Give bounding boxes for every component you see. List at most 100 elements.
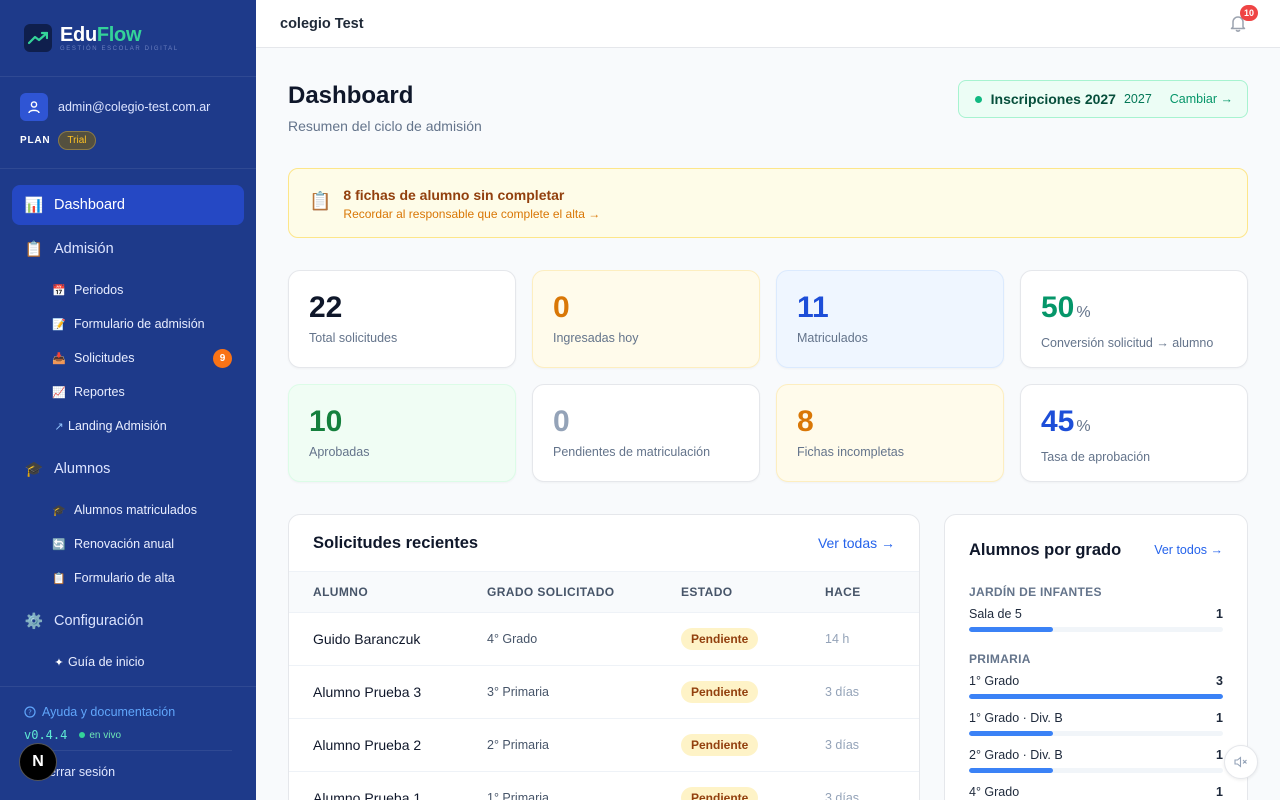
- sidebar-item-formulario-alta[interactable]: 📋 Formulario de alta: [12, 561, 244, 595]
- help-circle-icon: ?: [24, 706, 36, 718]
- table-row[interactable]: Alumno Prueba 1 1° Primaria Pendiente 3 …: [289, 771, 919, 800]
- incomplete-records-alert: 📋 8 fichas de alumno sin completar Recor…: [288, 168, 1248, 238]
- sparkle-icon: ✦: [54, 656, 64, 669]
- refresh-icon: 🔄: [52, 538, 66, 551]
- sidebar-item-alumnos-matriculados[interactable]: 🎓 Alumnos matriculados: [12, 493, 244, 527]
- plan-label: PLAN: [20, 135, 51, 146]
- help-link[interactable]: ? Ayuda y documentación: [24, 705, 232, 719]
- stat-card-total-solicitudes: 22 Total solicitudes: [288, 270, 516, 368]
- table-header-row: ALUMNO GRADO SOLICITADO ESTADO HACE: [289, 571, 919, 613]
- trend-chart-icon: 📈: [52, 386, 66, 399]
- live-status-text: en vivo: [89, 729, 122, 741]
- sidebar-item-formulario-admision[interactable]: 📝 Formulario de admisión: [12, 307, 244, 341]
- period-label: Inscripciones 2027: [990, 91, 1116, 107]
- stat-card-aprobadas: 10 Aprobadas: [288, 384, 516, 482]
- students-by-grade-card: Alumnos por grado Ver todos → JARDÍN DE …: [944, 514, 1248, 800]
- column-header-hace[interactable]: HACE: [825, 571, 919, 613]
- svg-text:?: ?: [28, 709, 32, 717]
- footer-divider: [24, 750, 232, 751]
- grade-progress-bar: [969, 731, 1223, 736]
- clipboard-icon: 📋: [52, 572, 66, 585]
- see-all-requests-link[interactable]: Ver todas →: [818, 535, 895, 551]
- page-subtitle: Resumen del ciclo de admisión: [288, 118, 482, 134]
- school-name: colegio Test: [280, 15, 364, 32]
- brand-tagline: GESTIÓN ESCOLAR DIGITAL: [60, 45, 179, 52]
- grade-row[interactable]: 1° Grado 3: [969, 674, 1223, 699]
- period-selector[interactable]: Inscripciones 2027 2027 Cambiar →: [957, 80, 1248, 118]
- graduation-cap-icon: 🎓: [52, 504, 66, 517]
- clipboard-icon: 📋: [24, 241, 44, 258]
- change-period-button[interactable]: Cambiar →: [1170, 92, 1233, 106]
- calendar-icon: 📅: [52, 284, 66, 297]
- brand-name: EduFlow: [60, 23, 142, 46]
- plan-badge: Trial: [58, 131, 96, 150]
- table-row[interactable]: Guido Baranczuk 4° Grado Pendiente 14 h: [289, 612, 919, 666]
- column-header-alumno[interactable]: ALUMNO: [289, 571, 487, 613]
- app-version: v0.4.4: [24, 728, 68, 742]
- sidebar-item-landing-admision[interactable]: ↗ Landing Admisión: [12, 409, 244, 443]
- grade-group-label: JARDÍN DE INFANTES: [969, 585, 1102, 599]
- grade-progress-bar: [969, 768, 1223, 773]
- grade-row[interactable]: Sala de 51: [969, 607, 1223, 632]
- sidebar-item-periodos[interactable]: 📅 Periodos: [12, 273, 244, 307]
- sidebar: EduFlow GESTIÓN ESCOLAR DIGITAL admin@co…: [0, 0, 256, 800]
- stat-card-ingresadas-hoy: 0 Ingresadas hoy: [532, 270, 760, 368]
- clipboard-icon: 📋: [309, 191, 332, 211]
- page-title: Dashboard: [288, 82, 414, 109]
- table-row[interactable]: Alumno Prueba 2 2° Primaria Pendiente 3 …: [289, 718, 919, 772]
- grade-progress-bar: [969, 694, 1223, 699]
- stat-card-fichas-incompletas: 8 Fichas incompletas: [776, 384, 1004, 482]
- dev-tools-n-button[interactable]: N: [19, 743, 57, 781]
- mute-speaker-icon[interactable]: [1224, 745, 1258, 779]
- column-header-estado[interactable]: ESTADO: [681, 571, 825, 613]
- memo-icon: 📝: [52, 318, 66, 331]
- chart-logo-icon: [24, 24, 52, 52]
- grade-row[interactable]: 1° Grado · Div. B1: [969, 711, 1223, 736]
- status-badge: Pendiente: [681, 734, 759, 756]
- alert-remind-link[interactable]: Recordar al responsable que complete el …: [343, 207, 600, 221]
- sidebar-item-dashboard[interactable]: 📊 Dashboard: [12, 185, 244, 225]
- table-row[interactable]: Alumno Prueba 3 3° Primaria Pendiente 3 …: [289, 665, 919, 719]
- grade-group-label: PRIMARIA: [969, 652, 1031, 666]
- sidebar-nav: 📊 Dashboard 📋 Admisión 📅 Periodos 📝 Form…: [0, 169, 256, 679]
- graduation-cap-icon: 🎓: [24, 461, 44, 478]
- recent-requests-table: ALUMNO GRADO SOLICITADO ESTADO HACE Guid…: [289, 571, 919, 800]
- sidebar-item-guia-inicio[interactable]: ✦ Guía de inicio: [12, 645, 244, 679]
- see-all-grades-link[interactable]: Ver todos →: [1154, 543, 1223, 557]
- sidebar-item-reportes[interactable]: 📈 Reportes: [12, 375, 244, 409]
- status-badge: Pendiente: [681, 787, 759, 800]
- stat-card-matriculados: 11 Matriculados: [776, 270, 1004, 368]
- students-by-grade-title: Alumnos por grado: [969, 540, 1122, 559]
- sidebar-section-admision[interactable]: 📋 Admisión: [12, 229, 244, 269]
- status-badge: Pendiente: [681, 681, 759, 703]
- period-status-dot: [974, 95, 982, 103]
- recent-requests-title: Solicitudes recientes: [313, 533, 479, 552]
- bar-chart-icon: 📊: [24, 197, 44, 214]
- brand[interactable]: EduFlow GESTIÓN ESCOLAR DIGITAL: [0, 0, 256, 77]
- gear-icon: ⚙️: [24, 613, 44, 630]
- user-panel: admin@colegio-test.com.ar PLAN Trial: [0, 77, 256, 169]
- notifications-count-badge: 10: [1240, 5, 1258, 21]
- stat-card-tasa-aprobacion: 45% Tasa de aprobación: [1020, 384, 1248, 482]
- stat-card-pendientes-matriculacion: 0 Pendientes de matriculación: [532, 384, 760, 482]
- solicitudes-count-badge: 9: [213, 349, 232, 368]
- stat-card-conversion: 50% Conversión solicitud → alumno: [1020, 270, 1248, 368]
- sidebar-item-solicitudes[interactable]: 📥 Solicitudes 9: [12, 341, 244, 375]
- grade-row[interactable]: 4° Grado 1: [969, 785, 1223, 800]
- inbox-icon: 📥: [52, 352, 66, 365]
- user-email: admin@colegio-test.com.ar: [58, 100, 211, 114]
- top-bar: colegio Test 10: [256, 0, 1280, 48]
- alert-title: 8 fichas de alumno sin completar: [343, 187, 565, 203]
- sidebar-section-alumnos[interactable]: 🎓 Alumnos: [12, 449, 244, 489]
- user-icon: [20, 93, 48, 121]
- sidebar-item-renovacion-anual[interactable]: 🔄 Renovación anual: [12, 527, 244, 561]
- grade-row[interactable]: 2° Grado · Div. B1: [969, 748, 1223, 773]
- stats-grid: 22 Total solicitudes 0 Ingresadas hoy 11…: [288, 270, 1248, 482]
- recent-requests-card: Solicitudes recientes Ver todas → ALUMNO…: [288, 514, 920, 800]
- sidebar-section-configuracion[interactable]: ⚙️ Configuración: [12, 601, 244, 641]
- column-header-grado[interactable]: GRADO SOLICITADO: [487, 571, 681, 613]
- live-status-dot: [79, 732, 86, 738]
- status-badge: Pendiente: [681, 628, 759, 650]
- external-link-icon: ↗: [54, 420, 64, 433]
- grade-progress-bar: [969, 627, 1223, 632]
